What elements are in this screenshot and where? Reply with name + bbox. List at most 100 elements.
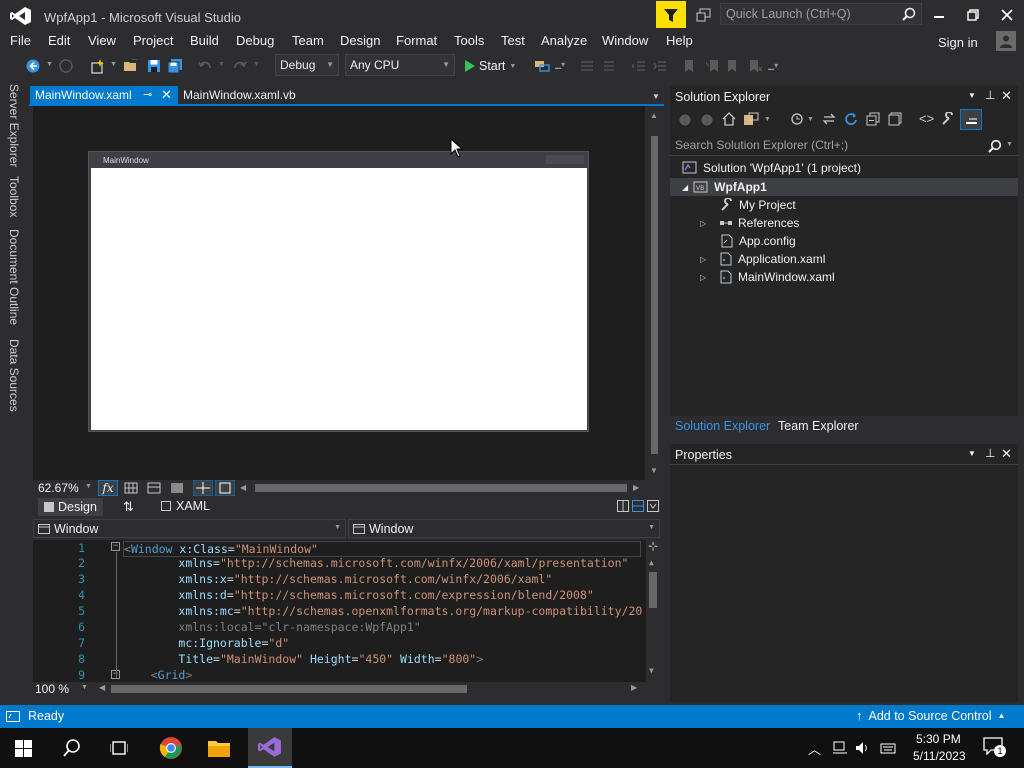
designer-vertical-scrollbar[interactable]: ▲ ▼ xyxy=(648,106,660,480)
minimize-button[interactable] xyxy=(928,3,950,27)
panel-menu-icon[interactable]: ▼ xyxy=(968,91,976,100)
menu-window[interactable]: Window xyxy=(602,33,648,48)
chevron-down-icon[interactable]: ▼ xyxy=(85,483,92,490)
restore-button[interactable] xyxy=(962,3,984,27)
prev-bookmark-icon[interactable] xyxy=(703,57,721,75)
menu-project[interactable]: Project xyxy=(133,33,173,48)
tab-toolbox[interactable]: Toolbox xyxy=(7,176,21,217)
tree-item-references[interactable]: ▷ References xyxy=(700,216,799,230)
chevron-down-icon[interactable]: ▼ xyxy=(807,116,814,123)
refresh-icon[interactable] xyxy=(844,112,858,126)
snap-lines-icon[interactable] xyxy=(193,480,213,496)
search-icon[interactable] xyxy=(902,7,916,21)
chevron-down-icon[interactable]: ▼ xyxy=(81,684,88,691)
account-avatar[interactable] xyxy=(996,31,1016,51)
back-dropdown-arrow[interactable]: ▼ xyxy=(46,61,53,68)
artboard-icon[interactable] xyxy=(147,482,161,494)
menu-file[interactable]: File xyxy=(10,33,31,48)
grid-icon[interactable] xyxy=(124,482,138,494)
view-code-icon[interactable]: <> xyxy=(919,111,934,126)
menu-format[interactable]: Format xyxy=(396,33,437,48)
scroll-thumb[interactable] xyxy=(649,572,657,608)
tab-list-dropdown-icon[interactable]: ▼ xyxy=(652,92,660,101)
collapse-pane-icon[interactable] xyxy=(647,500,659,512)
notifications-icon[interactable] xyxy=(694,5,714,25)
forward-icon[interactable] xyxy=(701,114,713,126)
close-icon[interactable]: ✕ xyxy=(1001,88,1012,104)
xaml-code-editor[interactable]: 1 − <Window x:Class="MainWindow" 2 xmlns… xyxy=(33,539,660,682)
browser-link-icon[interactable] xyxy=(532,57,552,75)
add-to-source-control-button[interactable]: ↑ Add to Source Control ▲ xyxy=(856,708,1005,723)
tree-item-app-config[interactable]: App.config xyxy=(720,234,796,248)
collapsed-arrow-icon[interactable]: ▷ xyxy=(700,273,714,282)
preview-selected-button[interactable] xyxy=(960,109,982,130)
chevron-up-icon[interactable]: ︿ xyxy=(808,739,821,758)
redo-icon[interactable] xyxy=(231,57,249,75)
open-folder-icon[interactable] xyxy=(122,57,140,75)
expanded-arrow-icon[interactable]: ◢ xyxy=(682,183,688,192)
home-icon[interactable] xyxy=(722,112,736,126)
clock-time[interactable]: 5:30 PM xyxy=(916,732,961,746)
code-zoom-level[interactable]: 100 % xyxy=(35,682,69,696)
tree-item-solution[interactable]: Solution 'WpfApp1' (1 project) xyxy=(682,161,861,175)
new-project-icon[interactable] xyxy=(88,57,106,75)
feedback-button[interactable] xyxy=(656,1,686,28)
new-dropdown-arrow[interactable]: ▼ xyxy=(110,61,117,68)
menu-team[interactable]: Team xyxy=(292,33,324,48)
menu-debug[interactable]: Debug xyxy=(236,33,274,48)
pin-icon[interactable]: ⊥ xyxy=(985,446,995,460)
tab-team-explorer[interactable]: Team Explorer xyxy=(778,419,859,433)
uncomment-icon[interactable] xyxy=(599,57,617,75)
pin-icon[interactable]: ⊥ xyxy=(985,88,995,102)
back-icon[interactable] xyxy=(679,114,691,126)
chrome-icon[interactable] xyxy=(159,736,183,760)
scroll-up-arrow[interactable]: ▲ xyxy=(649,558,654,567)
sign-in-link[interactable]: Sign in xyxy=(938,35,978,50)
toolbar-overflow-icon-2[interactable]: ▁▾ xyxy=(768,61,778,70)
quick-launch-input[interactable]: Quick Launch (Ctrl+Q) xyxy=(720,3,922,25)
menu-design[interactable]: Design xyxy=(340,33,380,48)
h-scroll-right-arrow[interactable]: ▶ xyxy=(631,683,637,692)
horizontal-split-icon[interactable] xyxy=(632,500,644,512)
undo-dropdown-arrow[interactable]: ▼ xyxy=(218,61,225,68)
member-dropdown[interactable]: Window ▼ xyxy=(348,519,660,538)
menu-build[interactable]: Build xyxy=(190,33,219,48)
properties-wrench-icon[interactable] xyxy=(941,112,955,126)
menu-edit[interactable]: Edit xyxy=(48,33,70,48)
search-icon[interactable] xyxy=(63,739,81,757)
menu-test[interactable]: Test xyxy=(501,33,525,48)
scroll-down-arrow[interactable]: ▼ xyxy=(649,666,654,675)
h-scroll-left-arrow[interactable]: ◀ xyxy=(99,683,105,692)
undo-icon[interactable] xyxy=(196,57,214,75)
tab-document-outline[interactable]: Document Outline xyxy=(7,229,21,325)
sync-icon[interactable] xyxy=(822,112,836,126)
chevron-down-icon[interactable]: ▼ xyxy=(764,116,771,123)
h-scroll-left-arrow[interactable]: ◀ xyxy=(240,483,246,492)
visual-studio-taskbar-button[interactable] xyxy=(248,728,292,768)
collapsed-arrow-icon[interactable]: ▷ xyxy=(700,219,714,228)
split-handle-icon[interactable]: ⊹ xyxy=(648,539,658,553)
pin-icon[interactable]: ⊸ xyxy=(143,88,152,101)
close-icon[interactable]: ✕ xyxy=(161,87,172,103)
h-scroll-thumb[interactable] xyxy=(111,685,467,693)
comment-out-icon[interactable] xyxy=(578,57,596,75)
file-explorer-icon[interactable] xyxy=(207,737,231,759)
toolbar-overflow-icon[interactable]: ▁▾ xyxy=(555,60,565,69)
design-tab[interactable]: Design xyxy=(38,498,103,516)
tab-data-sources[interactable]: Data Sources xyxy=(7,339,21,412)
bookmark-icon[interactable] xyxy=(680,57,698,75)
collapsed-arrow-icon[interactable]: ▷ xyxy=(700,255,714,264)
collapse-icon[interactable]: − xyxy=(111,542,120,551)
chevron-down-icon[interactable]: ▼ xyxy=(1006,141,1013,148)
scroll-down-arrow[interactable]: ▼ xyxy=(650,466,658,475)
tree-item-mainwindow-xaml[interactable]: ▷ MainWindow.xaml xyxy=(700,270,835,284)
windows-start-icon[interactable] xyxy=(15,740,32,757)
vertical-split-icon[interactable] xyxy=(617,500,629,512)
volume-icon[interactable] xyxy=(855,740,871,756)
save-icon[interactable] xyxy=(145,57,163,75)
switch-views-icon[interactable] xyxy=(743,112,759,126)
action-center-button[interactable]: 1 xyxy=(983,737,1007,759)
tree-item-application-xaml[interactable]: ▷ Application.xaml xyxy=(700,252,825,266)
wpf-window-client-area[interactable] xyxy=(91,168,587,430)
formula-button[interactable]: fx xyxy=(98,480,118,496)
